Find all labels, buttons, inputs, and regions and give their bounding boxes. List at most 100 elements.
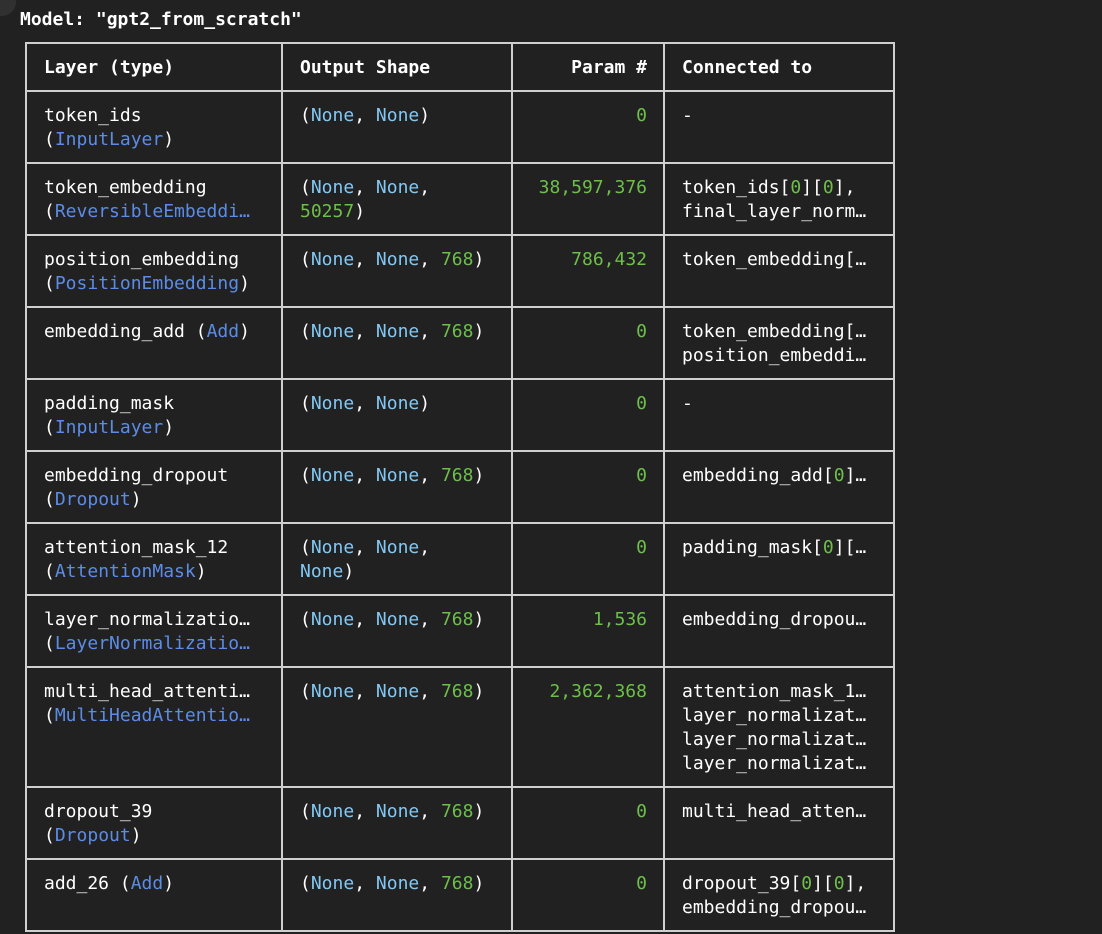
shape-token: ) xyxy=(473,249,485,270)
shape-token: , xyxy=(419,537,431,558)
shape-token: , xyxy=(419,681,441,702)
layer-name: position_embedding xyxy=(44,249,240,270)
param-count: 0 xyxy=(636,801,647,822)
layer-type-name: AttentionMask xyxy=(54,561,196,582)
layer-cell: token_ids (InputLayer) xyxy=(25,92,281,162)
shape-token: ( xyxy=(300,105,311,126)
param-count: 38,597,376 xyxy=(538,177,647,198)
connection-token: ], xyxy=(844,873,867,894)
layer-name: embedding_dropout xyxy=(44,465,229,486)
shape-token: None xyxy=(375,393,420,414)
output-shape-cell: (None, None, 768) xyxy=(281,596,511,666)
layer-cell: multi_head_attenti… (MultiHeadAttentio… xyxy=(25,668,281,786)
shape-token: ( xyxy=(300,801,311,822)
connection-token: ][ xyxy=(801,177,823,198)
connection-token: layer_normalizat… xyxy=(682,729,867,750)
layer-type: (Dropout) xyxy=(44,825,142,846)
layer-type: (PositionEmbedding) xyxy=(44,273,250,294)
shape-token: , xyxy=(354,681,376,702)
shape-token: , xyxy=(419,465,441,486)
table-row: layer_normalizatio… (LayerNormalizatio… (N… xyxy=(25,596,895,668)
layer-name: embedding_add xyxy=(44,321,185,342)
shape-token: None xyxy=(310,537,355,558)
connected-to-cell: multi_head_atten… xyxy=(663,788,895,858)
connection-token: layer_normalizat… xyxy=(682,753,867,774)
shape-token: 768 xyxy=(440,873,474,894)
shape-token: , xyxy=(419,609,441,630)
connection-token: final_layer_norm… xyxy=(682,201,867,222)
layer-name: token_ids xyxy=(44,105,142,126)
output-shape-cell: (None, None, 768) xyxy=(281,860,511,930)
connection-token: attention_mask_1… xyxy=(682,681,867,702)
shape-token: ( xyxy=(300,609,311,630)
output-shape-cell: (None, None, 50257) xyxy=(281,164,511,234)
shape-token: , xyxy=(354,177,376,198)
shape-token: ) xyxy=(473,321,485,342)
shape-token: , xyxy=(354,321,376,342)
shape-token: 768 xyxy=(440,681,474,702)
shape-token: None xyxy=(375,801,420,822)
connection-token: - xyxy=(682,105,693,126)
layer-cell: add_26 (Add) xyxy=(25,860,281,930)
shape-token: ( xyxy=(300,249,311,270)
layer-type: (Add) xyxy=(195,321,250,342)
table-body: token_ids (InputLayer) (None, None) 0- token… xyxy=(25,92,895,932)
header-connected-to: Connected to xyxy=(663,44,895,90)
shape-token: None xyxy=(375,321,420,342)
shape-token: ) xyxy=(419,105,431,126)
param-count-cell: 0 xyxy=(511,860,663,930)
layer-cell: embedding_add (Add) xyxy=(25,308,281,378)
shape-token: ( xyxy=(300,321,311,342)
shape-token: , xyxy=(419,177,431,198)
connection-token: - xyxy=(682,393,693,414)
shape-token: None xyxy=(375,177,420,198)
layer-cell: attention_mask_12 (AttentionMask) xyxy=(25,524,281,594)
shape-token: , xyxy=(354,465,376,486)
layer-type-name: Dropout xyxy=(54,489,131,510)
table-row: dropout_39 (Dropout) (None, None, 768) 0 mul… xyxy=(25,788,895,860)
layer-cell: token_embedding (ReversibleEmbeddi… xyxy=(25,164,281,234)
shape-token: , xyxy=(354,249,376,270)
table-row: add_26 (Add) (None, None, 768) 0 dropout_39… xyxy=(25,860,895,932)
connected-to-cell: - xyxy=(663,380,895,450)
param-count-cell: 0 xyxy=(511,308,663,378)
layer-type: (Add) xyxy=(119,873,175,894)
param-count-cell: 0 xyxy=(511,524,663,594)
shape-token: ) xyxy=(354,201,366,222)
shape-token: ( xyxy=(300,177,311,198)
table-row: token_embedding (ReversibleEmbeddi… ( None,… xyxy=(25,164,895,236)
param-count: 0 xyxy=(636,393,647,414)
shape-token: ( xyxy=(300,465,311,486)
shape-token: None xyxy=(375,105,420,126)
param-count: 0 xyxy=(636,105,647,126)
connection-token: token_embedding[… xyxy=(682,321,867,342)
shape-token: 768 xyxy=(440,249,474,270)
shape-token: None xyxy=(310,465,355,486)
shape-token: , xyxy=(354,537,376,558)
shape-token: , xyxy=(354,609,376,630)
shape-token: None xyxy=(375,249,420,270)
connection-token: token_ids[ xyxy=(682,177,791,198)
output-shape-cell: (None, None) xyxy=(281,380,511,450)
shape-token: None xyxy=(375,609,420,630)
layer-type-name: Add xyxy=(130,873,164,894)
header-layer-type: Layer (type) xyxy=(25,44,281,90)
connected-to-cell: embedding_add[0]… xyxy=(663,452,895,522)
shape-token: ) xyxy=(419,393,431,414)
param-count: 0 xyxy=(636,321,647,342)
shape-token: None xyxy=(310,105,355,126)
connection-token: layer_normalizat… xyxy=(682,705,867,726)
layer-name: multi_head_attenti… xyxy=(44,681,250,702)
param-count-cell: 786,432 xyxy=(511,236,663,306)
connection-token: 0 xyxy=(790,177,802,198)
layer-name: attention_mask_12 xyxy=(44,537,229,558)
shape-token: None xyxy=(375,873,420,894)
layer-cell: dropout_39 (Dropout) xyxy=(25,788,281,858)
layer-name: add_26 xyxy=(44,873,110,894)
layer-type: (InputLayer) xyxy=(44,417,175,438)
shape-token: None xyxy=(300,561,344,582)
param-count-cell: 0 xyxy=(511,380,663,450)
connected-to-cell: padding_mask[0][… xyxy=(663,524,895,594)
output-shape-cell: (None, None, None) xyxy=(281,524,511,594)
shape-token: ) xyxy=(473,873,485,894)
